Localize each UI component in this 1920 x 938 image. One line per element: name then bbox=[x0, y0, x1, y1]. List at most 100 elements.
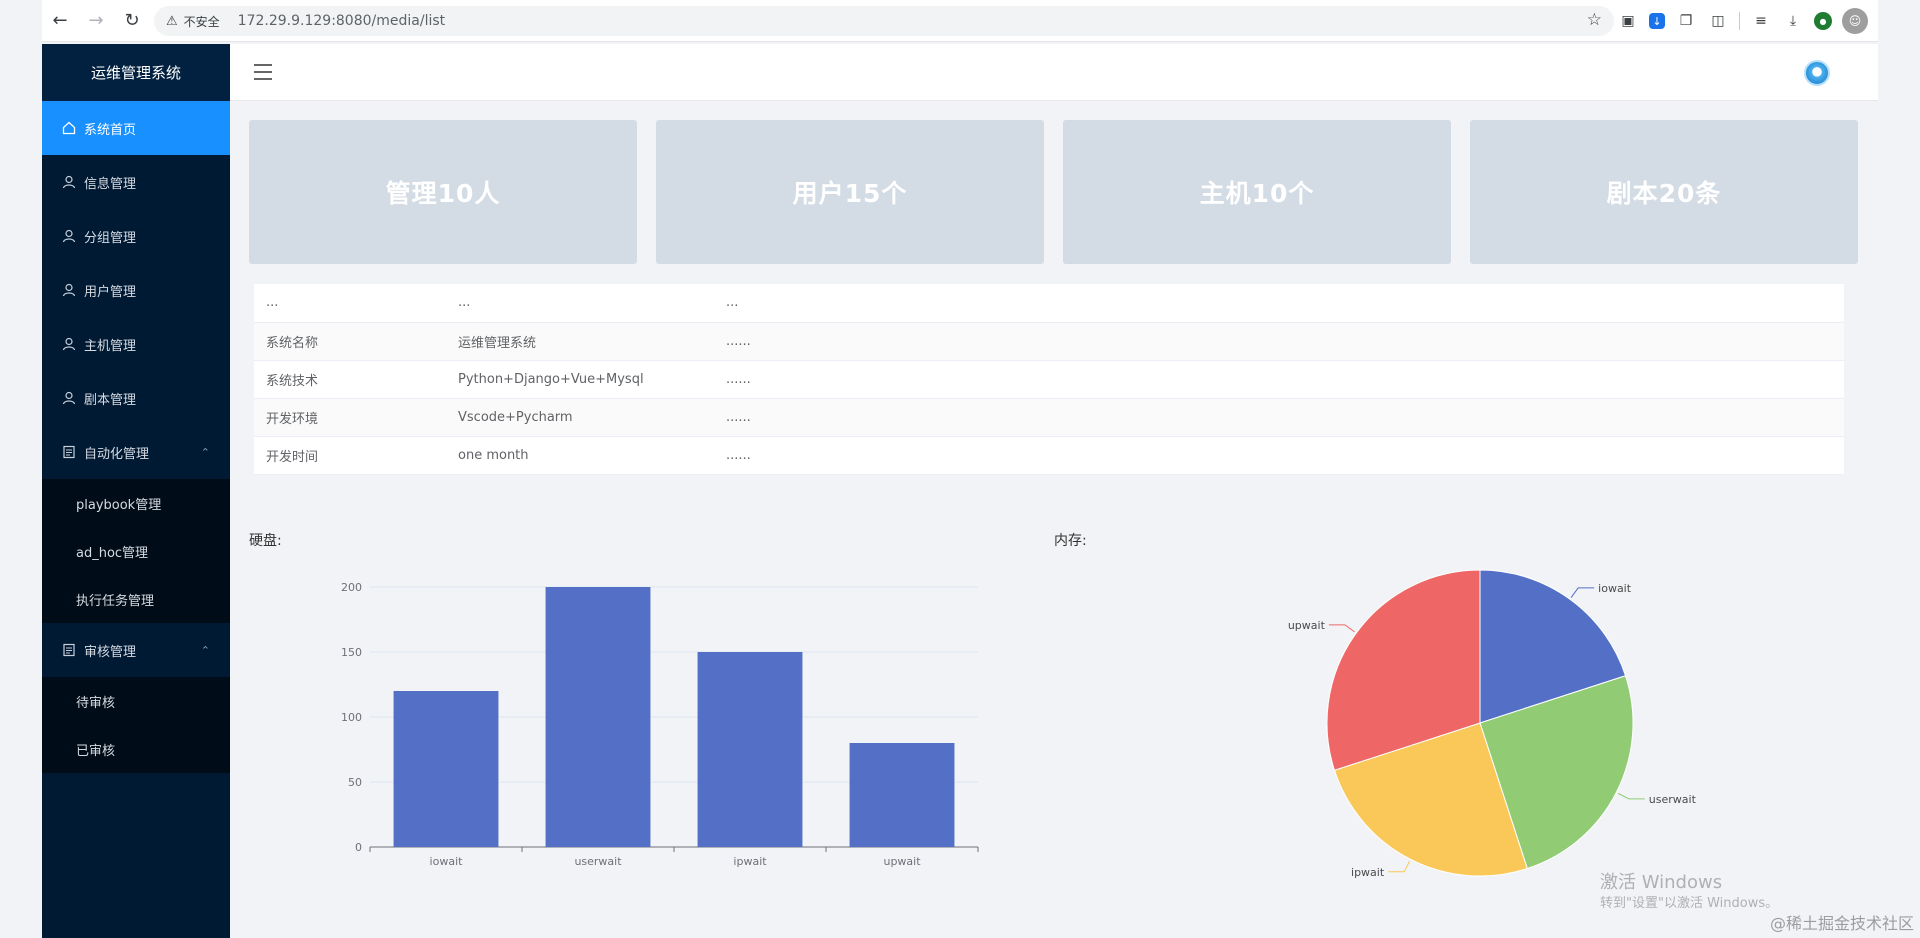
bar[interactable] bbox=[393, 691, 499, 847]
table-cell: 开发环境 bbox=[254, 398, 446, 437]
stat-card-admins: 管理10人 bbox=[249, 120, 637, 264]
sidebar-item-home[interactable]: 系统首页 bbox=[42, 101, 230, 155]
address-bar[interactable]: ⚠ 不安全 172.29.9.129:8080/media/list ☆ bbox=[154, 6, 1614, 36]
pie-slice-label: upwait bbox=[1288, 619, 1326, 632]
table-row: 系统名称 运维管理系统 ...... bbox=[254, 322, 1844, 361]
pie-label-line bbox=[1570, 587, 1595, 598]
bookmark-star-icon[interactable]: ☆ bbox=[1587, 10, 1602, 30]
sidebar-subitem-approved[interactable]: 已审核 bbox=[42, 725, 230, 773]
x-tick-label: userwait bbox=[574, 855, 622, 868]
extensions-area: ▣ ↓ ❐ ◫ ≡ ⤓ ● ☺ bbox=[1617, 0, 1878, 42]
back-button[interactable]: ← bbox=[42, 0, 78, 42]
table-cell: 系统名称 bbox=[254, 322, 446, 361]
table-cell: 系统技术 bbox=[254, 360, 446, 399]
sidebar-brand: 运维管理系统 bbox=[42, 44, 230, 101]
sidebar-item-label: 信息管理 bbox=[84, 176, 137, 192]
table-cell: ... bbox=[446, 284, 714, 323]
user-icon bbox=[62, 337, 76, 351]
sidebar-item-label: 剧本管理 bbox=[84, 392, 137, 408]
table-cell: ...... bbox=[714, 398, 1844, 437]
system-info-table: ... ... ... 系统名称 运维管理系统 ...... 系统技术 Pyth… bbox=[254, 284, 1844, 475]
profile-avatar-icon[interactable]: ☺ bbox=[1842, 8, 1868, 34]
pie-slice-label: iowait bbox=[1598, 582, 1632, 595]
table-row: ... ... ... bbox=[254, 284, 1844, 323]
sidebar-subitem-pending[interactable]: 待审核 bbox=[42, 677, 230, 725]
sidebar-item-playbooks[interactable]: 剧本管理 bbox=[42, 371, 230, 425]
pie-label-line bbox=[1328, 624, 1355, 633]
browser-toolbar: ← → ↻ ⚠ 不安全 172.29.9.129:8080/media/list… bbox=[42, 0, 1878, 42]
table-cell: ...... bbox=[714, 436, 1844, 475]
insecure-label: 不安全 bbox=[183, 14, 220, 29]
chevron-up-icon: ⌃ bbox=[200, 445, 210, 459]
windows-activation-subtext: 转到"设置"以激活 Windows。 bbox=[1600, 896, 1779, 911]
chevron-up-icon: ⌃ bbox=[200, 643, 210, 657]
table-row: 开发环境 Vscode+Pycharm ...... bbox=[254, 398, 1844, 437]
user-icon bbox=[62, 175, 76, 189]
sidebar-item-label: 主机管理 bbox=[84, 338, 137, 354]
extension-icon[interactable]: ▣ bbox=[1617, 10, 1639, 32]
sidebar-item-info[interactable]: 信息管理 bbox=[42, 155, 230, 209]
sidebar-item-hosts[interactable]: 主机管理 bbox=[42, 317, 230, 371]
reading-list-icon[interactable]: ≡ bbox=[1750, 10, 1772, 32]
y-tick-label: 100 bbox=[341, 711, 362, 724]
sidebar-subitem-playbook[interactable]: playbook管理 bbox=[42, 479, 230, 527]
table-cell: one month bbox=[446, 436, 714, 475]
pie-slice-label: ipwait bbox=[1351, 866, 1385, 879]
table-cell: Vscode+Pycharm bbox=[446, 398, 714, 437]
document-icon bbox=[62, 643, 76, 657]
memory-pie-chart: iowait userwait ipwait upwait bbox=[1288, 569, 1697, 879]
bar[interactable] bbox=[697, 652, 803, 847]
collapse-menu-icon[interactable] bbox=[254, 64, 272, 80]
disk-chart-label: 硬盘: bbox=[249, 533, 282, 549]
reload-button[interactable]: ↻ bbox=[114, 0, 150, 42]
automation-submenu: playbook管理 ad_hoc管理 执行任务管理 bbox=[42, 479, 230, 623]
toolbar-divider bbox=[1739, 12, 1740, 30]
table-cell: ...... bbox=[714, 360, 1844, 399]
sidebar-item-label: 审核管理 bbox=[84, 644, 137, 660]
table-cell: ...... bbox=[714, 322, 1844, 361]
table-cell: Python+Django+Vue+Mysql bbox=[446, 360, 714, 399]
table-row: 开发时间 one month ...... bbox=[254, 436, 1844, 475]
sidebar-item-groups[interactable]: 分组管理 bbox=[42, 209, 230, 263]
x-tick-label: upwait bbox=[883, 855, 921, 868]
credit-watermark: @稀土掘金技术社区 bbox=[1769, 914, 1914, 933]
table-cell: ... bbox=[254, 284, 446, 323]
user-icon bbox=[62, 391, 76, 405]
sidebar-item-label: 自动化管理 bbox=[84, 446, 150, 462]
disk-bar-chart: 0 50 100 150 200 iowait userwait ipwait upwait bbox=[341, 581, 979, 868]
bar[interactable] bbox=[545, 587, 651, 847]
forward-button[interactable]: → bbox=[78, 0, 114, 42]
sidebar-item-review[interactable]: 审核管理 ⌃ bbox=[42, 623, 230, 677]
pie-label-line bbox=[1617, 792, 1645, 800]
puzzle-icon[interactable]: ◫ bbox=[1707, 10, 1729, 32]
copy-extension-icon[interactable]: ❐ bbox=[1675, 10, 1697, 32]
sidebar-subitem-adhoc[interactable]: ad_hoc管理 bbox=[42, 527, 230, 575]
url-text[interactable]: 172.29.9.129:8080/media/list bbox=[238, 13, 445, 29]
memory-chart-label: 内存: bbox=[1054, 533, 1087, 549]
download-extension-icon[interactable]: ↓ bbox=[1649, 13, 1665, 29]
table-cell: 开发时间 bbox=[254, 436, 446, 475]
downloads-icon[interactable]: ⤓ bbox=[1782, 10, 1804, 32]
stat-card-users: 用户15个 bbox=[656, 120, 1044, 264]
document-icon bbox=[62, 445, 76, 459]
stat-card-playbooks: 剧本20条 bbox=[1470, 120, 1858, 264]
sidebar: 运维管理系统 系统首页 信息管理 分组管理 用户管理 主机管理 剧本管理 自动化… bbox=[42, 44, 230, 938]
profile-badge-icon[interactable]: ● bbox=[1814, 12, 1832, 30]
y-tick-label: 200 bbox=[341, 581, 362, 594]
sidebar-subitem-tasks[interactable]: 执行任务管理 bbox=[42, 575, 230, 623]
sidebar-item-automation[interactable]: 自动化管理 ⌃ bbox=[42, 425, 230, 479]
sidebar-item-label: 用户管理 bbox=[84, 284, 137, 300]
y-tick-label: 0 bbox=[355, 841, 362, 854]
x-tick-label: ipwait bbox=[733, 855, 767, 868]
user-avatar[interactable] bbox=[1804, 60, 1830, 86]
home-icon bbox=[62, 121, 76, 135]
windows-activation-watermark: 激活 Windows bbox=[1600, 872, 1723, 893]
sidebar-item-users[interactable]: 用户管理 bbox=[42, 263, 230, 317]
table-cell: ... bbox=[714, 284, 1844, 323]
stat-card-hosts: 主机10个 bbox=[1063, 120, 1451, 264]
pie-slice-label: userwait bbox=[1649, 793, 1697, 806]
y-tick-label: 150 bbox=[341, 646, 362, 659]
bar[interactable] bbox=[849, 743, 955, 847]
table-cell: 运维管理系统 bbox=[446, 322, 714, 361]
warning-icon: ⚠ bbox=[166, 13, 178, 29]
